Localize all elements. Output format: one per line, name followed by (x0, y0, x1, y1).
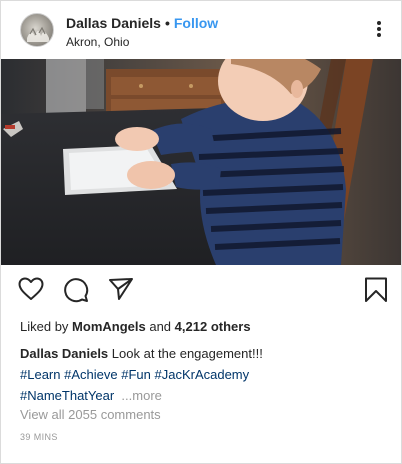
more-options-icon[interactable] (371, 19, 387, 41)
comment-icon[interactable] (63, 277, 89, 308)
hashtag[interactable]: #Learn (20, 367, 60, 382)
caption-username[interactable]: Dallas Daniels (20, 346, 108, 361)
post-timestamp: 39 MINS (20, 432, 58, 442)
action-bar (1, 265, 401, 315)
username[interactable]: Dallas Daniels (66, 15, 161, 31)
separator-dot: • (164, 15, 170, 31)
bookmark-icon[interactable] (364, 277, 388, 308)
post-header: Dallas Daniels • Follow Akron, Ohio (1, 1, 401, 59)
avatar-image (27, 26, 49, 42)
caption-text: Look at the engagement!!! (111, 346, 263, 361)
title-row: Dallas Daniels • Follow (66, 15, 218, 31)
send-icon[interactable] (108, 277, 134, 306)
view-comments-link[interactable]: View all 2055 comments (20, 407, 161, 422)
heart-icon[interactable] (18, 277, 44, 306)
follow-button[interactable]: Follow (174, 15, 218, 31)
hashtag[interactable]: #Achieve (64, 367, 117, 382)
post-photo[interactable] (1, 59, 401, 265)
caption-more-link[interactable]: ...more (121, 388, 161, 403)
location[interactable]: Akron, Ohio (66, 35, 129, 49)
likes-joiner: and (149, 319, 172, 334)
liked-by-user[interactable]: MomAngels (72, 319, 146, 334)
likes-count[interactable]: 4,212 others (175, 319, 251, 334)
hashtag[interactable]: #Fun (121, 367, 151, 382)
caption: Dallas Daniels Look at the engagement!!!… (20, 343, 386, 406)
hashtag[interactable]: #JacKrAcademy (154, 367, 249, 382)
likes-summary: Liked by MomAngels and 4,212 others (20, 319, 251, 334)
likes-prefix: Liked by (20, 319, 69, 334)
hashtag[interactable]: #NameThatYear (20, 388, 114, 403)
avatar[interactable] (20, 13, 54, 47)
post-card: Dallas Daniels • Follow Akron, Ohio Like… (0, 0, 402, 464)
